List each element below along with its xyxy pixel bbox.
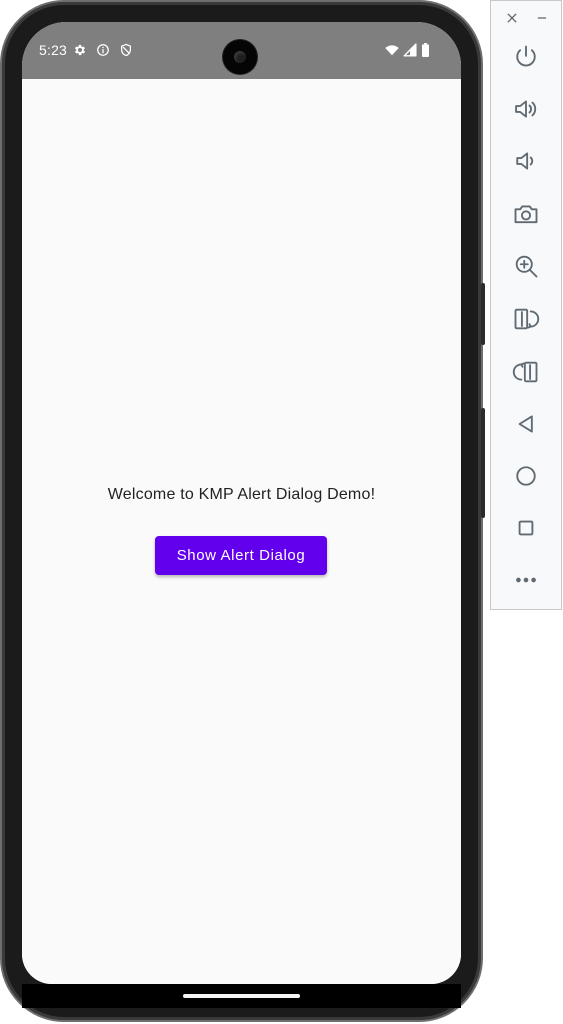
app-content: Welcome to KMP Alert Dialog Demo! Show A…	[22, 79, 461, 984]
shield-icon	[119, 43, 133, 57]
camera-icon[interactable]	[512, 200, 540, 228]
settings-gear-icon	[73, 43, 87, 57]
emulator-stage: 5:23 Welcome to KMP Alert Dialog Demo! S…	[0, 0, 563, 1024]
rotate-right-icon[interactable]	[512, 358, 540, 386]
close-icon[interactable]	[501, 7, 523, 29]
home-icon[interactable]	[512, 462, 540, 490]
front-camera	[223, 40, 257, 74]
cellular-signal-icon	[403, 43, 417, 57]
camera-lens	[234, 51, 246, 63]
back-icon[interactable]	[512, 410, 540, 438]
power-icon[interactable]	[512, 43, 540, 71]
emulator-toolbar	[490, 0, 562, 610]
wifi-icon	[384, 43, 400, 57]
info-icon	[96, 43, 110, 57]
phone-screen: 5:23 Welcome to KMP Alert Dialog Demo! S…	[22, 22, 461, 984]
rotate-left-icon[interactable]	[512, 305, 540, 333]
more-icon[interactable]	[512, 566, 540, 594]
volume-up-icon[interactable]	[512, 95, 540, 123]
battery-icon	[420, 43, 431, 57]
status-time: 5:23	[39, 42, 68, 58]
overview-icon[interactable]	[512, 514, 540, 542]
zoom-icon[interactable]	[512, 252, 540, 280]
welcome-text: Welcome to KMP Alert Dialog Demo!	[107, 486, 376, 503]
phone-side-button-power	[481, 283, 485, 345]
status-bar: 5:23	[22, 22, 461, 79]
volume-down-icon[interactable]	[512, 147, 540, 175]
show-alert-dialog-button[interactable]: Show Alert Dialog	[155, 536, 327, 575]
phone-side-button-volume	[481, 408, 485, 518]
minimize-icon[interactable]	[531, 7, 553, 29]
home-gesture-handle[interactable]	[183, 994, 300, 998]
gesture-nav-bar	[22, 984, 461, 1008]
